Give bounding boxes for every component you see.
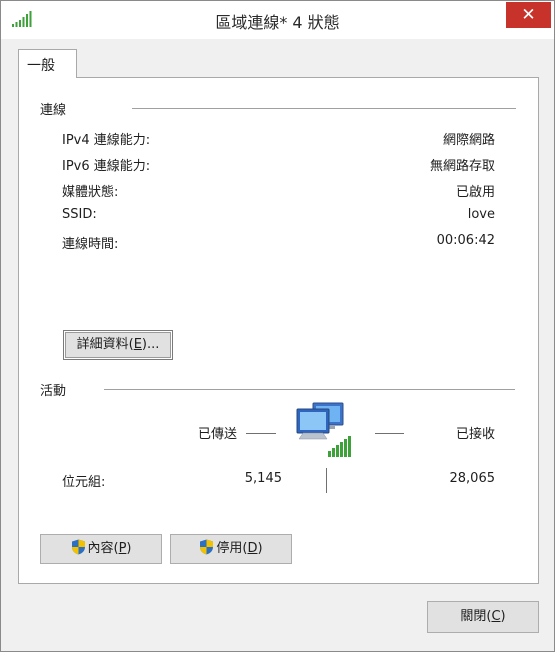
network-computers-icon — [296, 402, 351, 457]
properties-button[interactable]: 內容(P) — [40, 534, 162, 564]
duration-value: 00:06:42 — [436, 233, 495, 248]
details-button[interactable]: 詳細資料(E)... — [63, 330, 173, 360]
received-dash — [375, 433, 404, 434]
details-button-label: 詳細資料(E)... — [76, 337, 160, 352]
disable-button-label: 停用(D) — [216, 541, 263, 556]
ipv4-value: 網際網路 — [442, 133, 495, 148]
ssid-label: SSID: — [62, 207, 97, 222]
ipv4-label: IPv4 連線能力: — [62, 133, 151, 148]
activity-group-divider — [104, 389, 515, 390]
uac-shield-icon — [200, 539, 214, 555]
status-window: 區域連線* 4 狀態 ✕ 一般 連線 IPv4 連線能力: 網際網路 IPv6 … — [0, 0, 555, 652]
close-button-label: 關閉(C) — [460, 609, 506, 624]
window-title: 區域連線* 4 狀態 — [215, 13, 340, 32]
media-state-value: 已啟用 — [455, 185, 495, 200]
properties-button-label: 內容(P) — [87, 541, 132, 556]
close-icon: ✕ — [521, 5, 536, 25]
sent-dash — [246, 433, 276, 434]
bytes-sent-value: 5,145 — [244, 471, 282, 486]
bytes-divider — [326, 468, 327, 493]
disable-button[interactable]: 停用(D) — [170, 534, 292, 564]
uac-shield-icon — [71, 539, 85, 555]
activity-group-title: 活動 — [40, 384, 67, 399]
ipv6-label: IPv6 連線能力: — [62, 159, 151, 174]
ssid-value: love — [467, 207, 495, 222]
duration-label: 連線時間: — [62, 237, 119, 252]
connection-group-divider — [132, 108, 516, 109]
media-state-label: 媒體狀態: — [62, 185, 119, 200]
ipv6-value: 無網路存取 — [429, 159, 495, 174]
received-label: 已接收 — [455, 427, 495, 442]
tab-general[interactable]: 一般 — [18, 49, 77, 78]
tab-general-label: 一般 — [27, 58, 55, 74]
tab-panel-general: 連線 IPv4 連線能力: 網際網路 IPv6 連線能力: 無網路存取 媒體狀態… — [18, 77, 539, 584]
close-window-button[interactable]: ✕ — [506, 2, 551, 28]
title-bar: 區域連線* 4 狀態 ✕ — [1, 1, 554, 39]
connection-group-title: 連線 — [40, 103, 67, 118]
bytes-label: 位元組: — [62, 475, 106, 490]
sent-label: 已傳送 — [197, 427, 237, 442]
bytes-received-value: 28,065 — [449, 471, 496, 486]
close-button[interactable]: 關閉(C) — [427, 601, 539, 633]
